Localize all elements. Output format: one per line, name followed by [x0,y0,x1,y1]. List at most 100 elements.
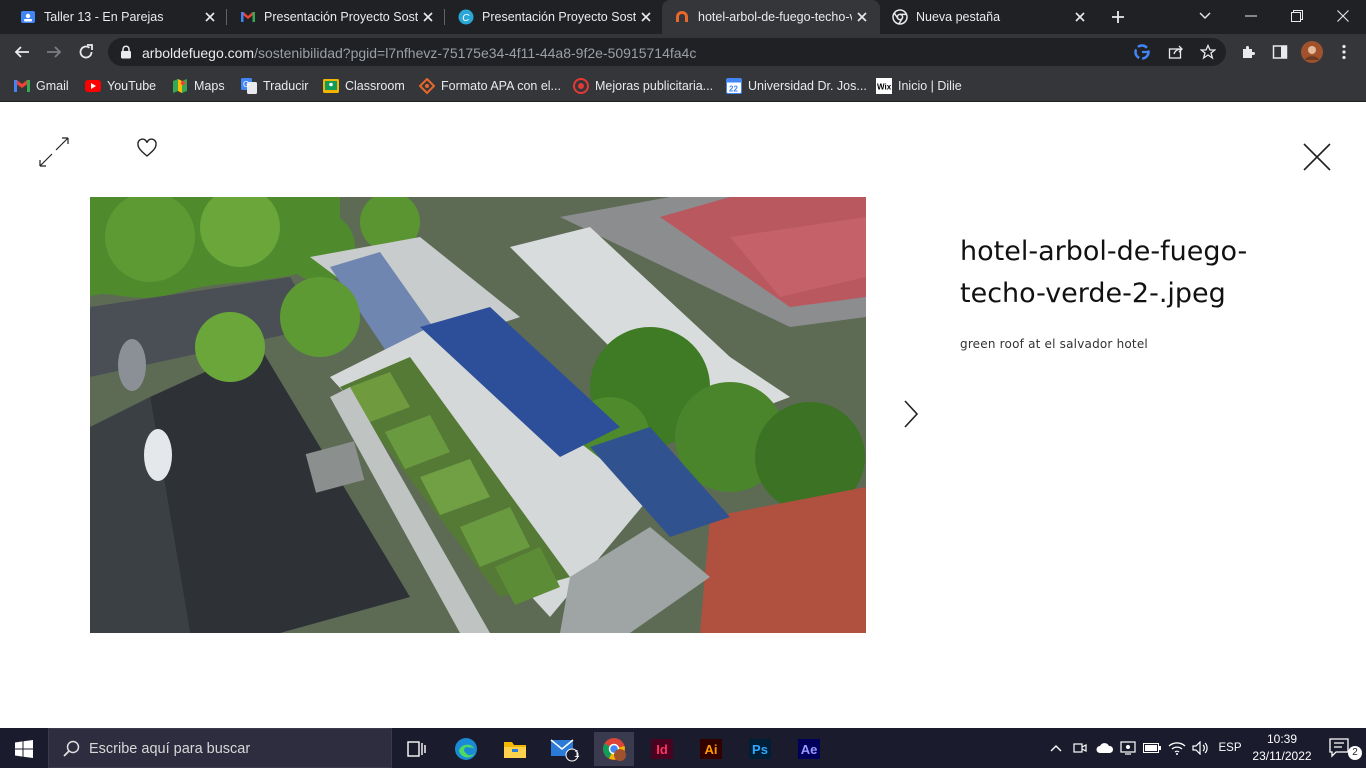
url-host: arboldefuego.com [142,45,255,61]
bookmark-classroom[interactable]: Classroom [323,76,405,96]
show-hidden-icons[interactable] [1046,728,1066,768]
screen-tray[interactable] [1118,728,1138,768]
chevron-up-icon [1050,745,1062,752]
taskbar-illustrator[interactable]: Ai [691,732,731,766]
wifi-tray[interactable] [1166,728,1188,768]
close-tab-icon[interactable] [852,7,872,27]
bookmark-traducir[interactable]: G Traducir [241,76,308,96]
windows-taskbar: Escribe aquí para buscar 1 Id Ai Ps Ae E… [0,728,1366,768]
close-tab-icon[interactable] [1070,7,1090,27]
close-window-button[interactable] [1320,0,1366,32]
lightbox-page: hotel-arbol-de-fuego-techo-verde-2-.jpeg… [0,103,1366,728]
extensions-button[interactable] [1234,38,1262,66]
bookmark-label: Mejoras publicitaria... [595,79,714,93]
battery-tray[interactable] [1142,728,1162,768]
clock[interactable]: 10:39 23/11/2022 [1250,731,1314,765]
notification-count: 2 [1348,746,1362,760]
green-roof-photo [90,197,866,633]
taskbar-edge[interactable] [446,732,486,766]
chevron-down-icon [1199,12,1211,19]
taskbar-photoshop[interactable]: Ps [740,732,780,766]
battery-icon [1143,743,1161,753]
address-bar[interactable]: arboldefuego.com/sostenibilidad?pgid=l7n… [108,38,1226,66]
next-image-button[interactable] [898,397,924,431]
close-tab-icon[interactable] [200,7,220,27]
svg-text:C: C [462,13,470,24]
image-title: hotel-arbol-de-fuego-techo-verde-2-.jpeg [960,236,1248,309]
bookmark-label: Maps [194,79,225,93]
avatar-icon [1301,41,1323,63]
close-tab-icon[interactable] [418,7,438,27]
tab-title: Presentación Proyecto Sostenible [482,10,636,24]
share-icon[interactable] [1168,44,1184,65]
close-tab-icon[interactable] [636,7,656,27]
apa-icon [419,78,435,94]
cloud-icon [1096,743,1114,753]
bookmark-label: Gmail [36,79,69,93]
new-tab-button[interactable] [1106,5,1130,29]
chevron-right-icon [904,400,919,428]
like-button[interactable] [136,138,158,158]
taskbar-after-effects[interactable]: Ae [789,732,829,766]
folder-icon [504,742,526,758]
bookmarks-bar: Gmail YouTube Maps G Traducir Classroom … [0,70,1366,102]
restore-button[interactable] [1274,0,1320,32]
fullscreen-button[interactable] [38,136,70,168]
bookmark-dilie[interactable]: Wix Inicio | Dilie [876,76,962,96]
volume-tray[interactable] [1190,728,1212,768]
svg-text:G: G [243,80,249,89]
maps-icon [172,78,188,94]
forward-button[interactable] [40,38,68,66]
reload-icon [79,44,93,59]
bookmark-label: Inicio | Dilie [898,79,962,93]
taskbar-search-box[interactable]: Escribe aquí para buscar [48,728,392,768]
gallery-image[interactable] [90,197,866,633]
arrow-left-icon [14,46,29,58]
gmail-icon [240,9,256,25]
menu-button[interactable] [1330,38,1358,66]
tab-title: Presentación Proyecto Sostenible [264,10,418,24]
close-lightbox-button[interactable] [1300,140,1334,174]
tab-strip: Taller 13 - En Parejas Presentación Proy… [0,0,1366,34]
arbol-de-fuego-icon [674,9,690,25]
profile-avatar[interactable] [1298,38,1326,66]
lock-icon[interactable] [120,45,132,64]
puzzle-icon [1243,46,1255,58]
tab-presentacion-gmail[interactable]: Presentación Proyecto Sostenible [220,0,444,34]
tab-search-button[interactable] [1182,0,1228,32]
url-text[interactable]: arboldefuego.com/sostenibilidad?pgid=l7n… [142,45,696,61]
start-button[interactable] [4,732,44,766]
tab-presentacion-canva[interactable]: C Presentación Proyecto Sostenible [438,0,662,34]
taskbar-indesign[interactable]: Id [642,732,682,766]
meet-now-tray[interactable] [1070,728,1090,768]
taskbar-mail[interactable]: 1 [545,732,585,766]
reload-button[interactable] [72,38,100,66]
taskbar-file-explorer[interactable] [495,732,535,766]
minimize-button[interactable] [1228,0,1274,32]
mail-badge: 1 [574,749,580,760]
after-effects-icon: Ae [798,739,820,759]
onedrive-tray[interactable] [1094,728,1116,768]
taskbar-chrome[interactable] [594,732,634,766]
bookmark-mejoras[interactable]: Mejoras publicitaria... [573,76,713,96]
svg-text:Wix: Wix [877,83,892,92]
bookmark-gmail[interactable]: Gmail [14,76,69,96]
illustrator-icon: Ai [700,739,722,759]
tab-nueva-pestana[interactable]: Nueva pestaña [880,0,1096,34]
task-view-button[interactable] [396,732,436,766]
bookmark-maps[interactable]: Maps [172,76,225,96]
bookmark-youtube[interactable]: YouTube [85,76,156,96]
google-lens-icon[interactable] [1134,44,1150,65]
clock-date: 23/11/2022 [1252,749,1312,763]
tab-hotel-arbol-active[interactable]: hotel-arbol-de-fuego-techo-verde [662,0,880,34]
browser-toolbar: arboldefuego.com/sostenibilidad?pgid=l7n… [0,34,1366,70]
bookmark-apa[interactable]: Formato APA con el... [419,76,561,96]
notifications-button[interactable]: 2 [1318,728,1362,768]
tab-taller[interactable]: Taller 13 - En Parejas [0,0,226,34]
side-panel-button[interactable] [1266,38,1294,66]
bookmark-universidad[interactable]: 22 Universidad Dr. Jos... [726,76,867,96]
input-language[interactable]: ESP [1214,728,1246,768]
google-classroom-icon [20,9,36,25]
back-button[interactable] [8,38,36,66]
bookmark-star-icon[interactable] [1199,43,1217,65]
